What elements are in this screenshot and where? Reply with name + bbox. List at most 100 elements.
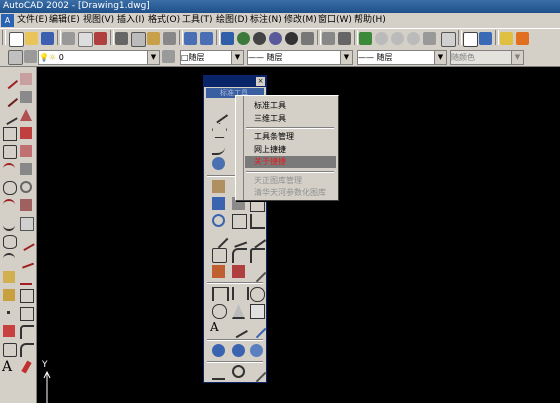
revcloud-icon[interactable] bbox=[3, 199, 15, 213]
chamfer-icon[interactable] bbox=[20, 325, 34, 339]
cut-icon[interactable] bbox=[115, 32, 128, 45]
context-item-standard-tools[interactable]: 标准工具 bbox=[254, 100, 286, 111]
array-icon[interactable] bbox=[232, 265, 245, 278]
diameter-dimension-icon[interactable] bbox=[250, 287, 265, 302]
xline-icon[interactable] bbox=[246, 228, 267, 249]
zoom-window-icon[interactable] bbox=[391, 32, 404, 45]
pan-icon[interactable] bbox=[359, 32, 372, 45]
chevron-down-icon[interactable]: ▼ bbox=[231, 51, 243, 64]
zoom-in-icon[interactable] bbox=[212, 344, 225, 357]
zoom-icon[interactable] bbox=[212, 157, 225, 170]
match-properties-icon[interactable] bbox=[163, 32, 176, 45]
explode-icon[interactable] bbox=[212, 265, 225, 278]
hyperlink-icon[interactable] bbox=[253, 32, 266, 45]
dimension-edit-icon[interactable] bbox=[246, 318, 267, 339]
layout-icon[interactable] bbox=[441, 32, 456, 47]
redraw-icon[interactable] bbox=[423, 32, 436, 45]
line-icon[interactable] bbox=[0, 70, 19, 90]
app-menu-icon[interactable]: A bbox=[1, 14, 14, 27]
arc-icon[interactable] bbox=[3, 163, 15, 177]
menu-modify[interactable]: 修改(M) bbox=[284, 13, 317, 28]
rotate-icon[interactable] bbox=[212, 214, 225, 227]
multiline-text-icon[interactable]: A bbox=[2, 360, 14, 374]
menu-format[interactable]: 格式(O) bbox=[148, 13, 180, 28]
ellipse-arc-icon[interactable] bbox=[3, 253, 15, 267]
extras-icon[interactable] bbox=[516, 32, 529, 45]
menu-edit[interactable]: 编辑(E) bbox=[49, 13, 80, 28]
menu-view[interactable]: 视图(V) bbox=[83, 13, 114, 28]
chevron-down-icon[interactable]: ▼ bbox=[147, 51, 159, 64]
zoom-realtime-icon[interactable] bbox=[375, 32, 388, 45]
point-icon[interactable] bbox=[7, 311, 10, 314]
today-icon[interactable] bbox=[221, 32, 234, 45]
scale-icon[interactable] bbox=[20, 199, 32, 211]
leader-icon[interactable] bbox=[229, 318, 248, 339]
aligned-dimension-icon[interactable] bbox=[232, 287, 249, 300]
region-icon[interactable] bbox=[212, 248, 227, 263]
make-block-icon[interactable] bbox=[3, 289, 15, 301]
menu-dimension[interactable]: 标注(N) bbox=[250, 13, 282, 28]
open-file-icon[interactable] bbox=[25, 32, 38, 45]
measure-icon[interactable] bbox=[212, 180, 225, 193]
publish-icon[interactable] bbox=[94, 32, 107, 45]
find-icon[interactable] bbox=[232, 365, 245, 378]
lineweight-select[interactable]: —— 随层 ▼ bbox=[357, 50, 447, 65]
context-item-toolbar-manager[interactable]: 工具条管理 bbox=[254, 131, 294, 142]
polygon-icon[interactable] bbox=[212, 123, 227, 138]
toolbar-grip[interactable] bbox=[2, 30, 6, 45]
paste-icon[interactable] bbox=[147, 32, 160, 45]
zoom-out-icon[interactable] bbox=[232, 344, 245, 357]
dbconnect-icon[interactable] bbox=[285, 32, 298, 45]
construction-line-icon[interactable] bbox=[0, 88, 19, 108]
redo-icon[interactable] bbox=[200, 32, 213, 45]
close-icon[interactable]: × bbox=[256, 77, 265, 86]
tolerance-icon[interactable] bbox=[250, 304, 265, 319]
pan-icon[interactable] bbox=[212, 197, 225, 210]
break-at-point-icon[interactable] bbox=[20, 289, 34, 303]
tool-palette-icon[interactable] bbox=[479, 32, 492, 45]
circle-icon[interactable] bbox=[3, 181, 17, 195]
erase-icon[interactable] bbox=[20, 73, 32, 85]
corner-icon[interactable] bbox=[250, 214, 265, 229]
polygon-icon[interactable] bbox=[3, 127, 17, 141]
layer-select[interactable]: 💡☼ 0 ▼ bbox=[38, 50, 160, 65]
mirror-icon[interactable] bbox=[20, 109, 32, 121]
context-item-about-jiejie[interactable]: 关于捷捷 bbox=[245, 156, 336, 168]
menu-tools[interactable]: 工具(T) bbox=[182, 13, 213, 28]
angular-dimension-icon[interactable] bbox=[232, 304, 245, 319]
fillet-icon[interactable] bbox=[232, 248, 247, 263]
pencil-icon[interactable] bbox=[246, 262, 267, 283]
ellipse-icon[interactable] bbox=[3, 235, 17, 249]
browser-icon[interactable] bbox=[237, 32, 250, 45]
explode-icon[interactable] bbox=[21, 360, 32, 374]
move-icon[interactable] bbox=[20, 163, 32, 175]
menu-file[interactable]: 文件(E) bbox=[17, 13, 48, 28]
rotate-icon[interactable] bbox=[20, 181, 32, 193]
stretch-icon[interactable] bbox=[20, 217, 34, 231]
ucs-icon[interactable] bbox=[338, 32, 351, 45]
construction-line-icon[interactable] bbox=[208, 228, 229, 249]
properties-icon[interactable] bbox=[301, 32, 314, 45]
layer-manager-icon[interactable] bbox=[8, 50, 23, 65]
design-center-icon[interactable] bbox=[269, 32, 282, 45]
zoom-previous-icon[interactable] bbox=[407, 32, 420, 45]
edit-icon[interactable] bbox=[246, 362, 267, 383]
menu-insert[interactable]: 插入(I) bbox=[117, 13, 145, 28]
chamfer-icon[interactable] bbox=[250, 248, 265, 263]
context-item-3d-tools[interactable]: 三维工具 bbox=[254, 113, 286, 124]
print-icon[interactable] bbox=[62, 32, 75, 45]
ucs-origin-icon[interactable] bbox=[212, 365, 225, 380]
linetype-select[interactable]: —— 随层 ▼ bbox=[247, 50, 353, 65]
fillet-icon[interactable] bbox=[20, 343, 34, 357]
chevron-down-icon[interactable]: ▼ bbox=[434, 51, 446, 64]
ray-icon[interactable] bbox=[229, 229, 248, 248]
new-file-icon[interactable] bbox=[9, 32, 24, 47]
help-icon[interactable] bbox=[500, 32, 513, 45]
dimension-text-icon[interactable]: A bbox=[210, 321, 223, 334]
join-icon[interactable] bbox=[20, 307, 34, 321]
save-icon[interactable] bbox=[41, 32, 54, 45]
make-current-layer-icon[interactable] bbox=[24, 50, 37, 63]
zoom-extents-icon[interactable] bbox=[250, 344, 263, 357]
hatch-icon[interactable] bbox=[3, 325, 15, 337]
menu-help[interactable]: 帮助(H) bbox=[354, 13, 386, 28]
